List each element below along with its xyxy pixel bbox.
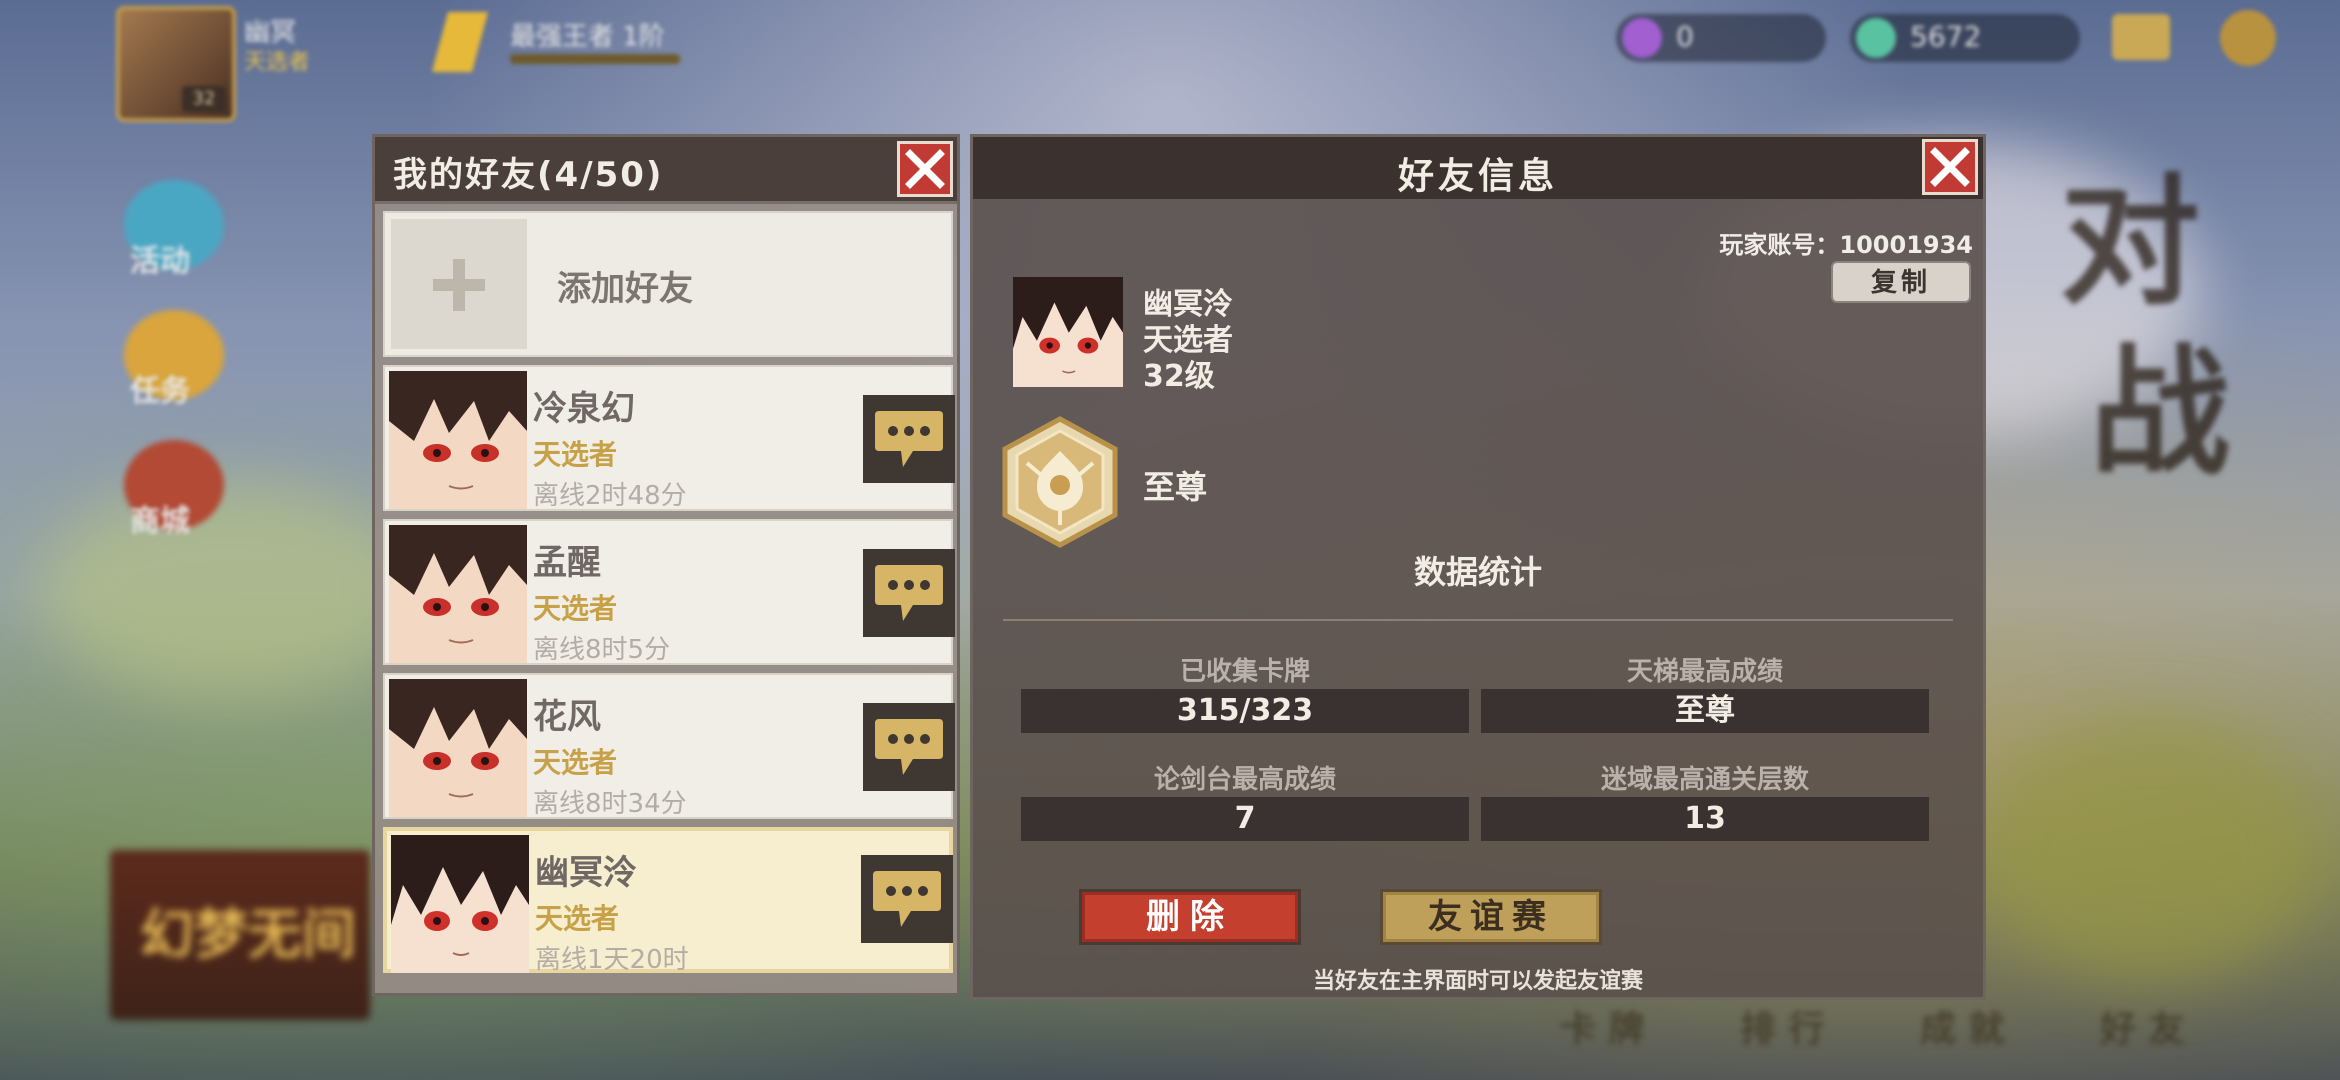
player-avatar[interactable]: 32 bbox=[116, 6, 236, 122]
rank-badge-label: 至尊 bbox=[1143, 468, 1208, 506]
friend-name: 花风 bbox=[533, 697, 601, 737]
friend-info-level: 32级 bbox=[1143, 359, 1215, 394]
friends-panel: 我的好友(4/50) 添加好友 冷泉幻 天选者 离线2时48分 孟醒 天选者 离… bbox=[372, 134, 960, 996]
background-char-2: 战 bbox=[2090, 331, 2231, 495]
chat-button[interactable] bbox=[863, 703, 955, 791]
plus-icon bbox=[391, 219, 527, 349]
copy-button[interactable]: 复制 bbox=[1831, 261, 1971, 303]
friend-avatar bbox=[389, 679, 527, 817]
stat-label-arena: 论剑台最高成绩 bbox=[1153, 765, 1336, 795]
friend-name: 冷泉幻 bbox=[533, 389, 635, 429]
friend-name: 幽冥泠 bbox=[535, 853, 637, 893]
top-bar: 32 幽冥 天选者 最强王者 1阶 0 5672 bbox=[0, 0, 2340, 122]
friend-status: 离线1天20时 bbox=[535, 945, 689, 975]
stat-label-cards: 已收集卡牌 bbox=[1179, 657, 1310, 687]
close-icon bbox=[905, 149, 945, 189]
delete-friend-button[interactable]: 删除 bbox=[1079, 889, 1301, 945]
player-title: 天选者 bbox=[244, 50, 311, 75]
friend-status: 离线2时48分 bbox=[533, 481, 687, 511]
rank-indicator[interactable]: 最强王者 1阶 bbox=[431, 12, 690, 72]
friends-panel-title: 我的好友(4/50) bbox=[393, 155, 664, 195]
stat-value-arena: 7 bbox=[1021, 797, 1469, 841]
info-close-button[interactable] bbox=[1922, 139, 1978, 195]
player-account: 玩家账号：10001934 bbox=[1719, 231, 1973, 259]
friendly-match-button[interactable]: 友谊赛 bbox=[1380, 889, 1602, 945]
chat-bubble-icon bbox=[875, 719, 943, 775]
friends-close-button[interactable] bbox=[897, 141, 953, 197]
bottom-menu-cards[interactable]: 卡 牌 bbox=[1560, 1000, 1645, 1050]
friend-avatar bbox=[391, 835, 529, 973]
rank-progress-bar bbox=[510, 54, 680, 64]
currency-2[interactable]: 5672 bbox=[1850, 14, 2080, 62]
chat-button[interactable] bbox=[863, 549, 955, 637]
chat-button[interactable] bbox=[861, 855, 953, 943]
event-banner-text: 幻梦无间 bbox=[140, 903, 356, 966]
info-panel-title: 好友信息 bbox=[1397, 156, 1558, 197]
stat-value-maze: 13 bbox=[1481, 797, 1929, 841]
background-rocks bbox=[40, 480, 420, 700]
purple-gem-icon bbox=[1622, 18, 1662, 58]
friend-name: 孟醒 bbox=[533, 543, 601, 583]
currency-2-value: 5672 bbox=[1910, 20, 1982, 53]
bottom-menu-achievements[interactable]: 成 就 bbox=[1920, 1000, 2005, 1050]
friendly-match-hint: 当好友在主界面时可以发起友谊赛 bbox=[1312, 969, 1643, 994]
friend-info-avatar bbox=[1013, 277, 1123, 387]
info-panel-header: 好友信息 bbox=[973, 137, 1983, 199]
friends-panel-header: 我的好友(4/50) bbox=[375, 137, 957, 204]
side-label-task: 任务 bbox=[130, 374, 190, 409]
bottom-menu-friends[interactable]: 好 友 bbox=[2100, 1000, 2185, 1050]
friend-title: 天选者 bbox=[533, 746, 618, 779]
friend-list-item-selected[interactable]: 幽冥泠 天选者 离线1天20时 bbox=[383, 827, 953, 975]
chat-bubble-icon bbox=[873, 871, 941, 927]
rank-text: 最强王者 1阶 bbox=[510, 22, 665, 52]
bottom-menu-ranking[interactable]: 排 行 bbox=[1740, 1000, 1825, 1050]
player-level: 32 bbox=[182, 86, 226, 112]
settings-gear-icon[interactable] bbox=[2220, 10, 2276, 66]
rank-flag-icon bbox=[431, 12, 489, 72]
chat-button[interactable] bbox=[863, 395, 955, 483]
mail-icon[interactable] bbox=[2112, 14, 2170, 60]
friend-status: 离线8时5分 bbox=[533, 635, 671, 665]
friend-avatar bbox=[389, 371, 527, 509]
stat-label-ladder: 天梯最高成绩 bbox=[1626, 657, 1783, 687]
friend-list-item[interactable]: 花风 天选者 离线8时34分 bbox=[383, 673, 955, 819]
friend-title: 天选者 bbox=[533, 592, 618, 625]
stats-heading: 数据统计 bbox=[1413, 553, 1542, 591]
green-crystal-icon bbox=[1856, 18, 1896, 58]
stat-value-cards: 315/323 bbox=[1021, 689, 1469, 733]
friend-info-panel: 好友信息 玩家账号：10001934 复制 幽冥泠 天选者 32级 至尊 数据统… bbox=[970, 134, 1986, 1000]
add-friend-button[interactable]: 添加好友 bbox=[383, 211, 953, 357]
chat-bubble-icon bbox=[875, 565, 943, 621]
friend-title: 天选者 bbox=[533, 438, 618, 471]
chat-bubble-icon bbox=[875, 411, 943, 467]
event-banner[interactable]: 幻梦无间 bbox=[110, 850, 370, 1020]
currency-1[interactable]: 0 bbox=[1616, 14, 1826, 62]
friend-title: 天选者 bbox=[535, 902, 620, 935]
stat-label-maze: 迷域最高通关层数 bbox=[1600, 765, 1809, 795]
friend-list-item[interactable]: 孟醒 天选者 离线8时5分 bbox=[383, 519, 955, 665]
add-friend-label: 添加好友 bbox=[557, 269, 693, 309]
stat-value-ladder: 至尊 bbox=[1481, 689, 1929, 733]
currency-1-value: 0 bbox=[1676, 20, 1694, 53]
friend-avatar bbox=[389, 525, 527, 663]
close-icon bbox=[1930, 147, 1970, 187]
friend-list-item[interactable]: 冷泉幻 天选者 离线2时48分 bbox=[383, 365, 955, 511]
side-label-shop: 商城 bbox=[130, 504, 190, 539]
friend-status: 离线8时34分 bbox=[533, 789, 687, 819]
stats-divider bbox=[1003, 619, 1953, 621]
side-label-activity: 活动 bbox=[130, 244, 190, 279]
background-tree bbox=[1980, 720, 2320, 980]
rank-badge-icon bbox=[997, 415, 1123, 549]
